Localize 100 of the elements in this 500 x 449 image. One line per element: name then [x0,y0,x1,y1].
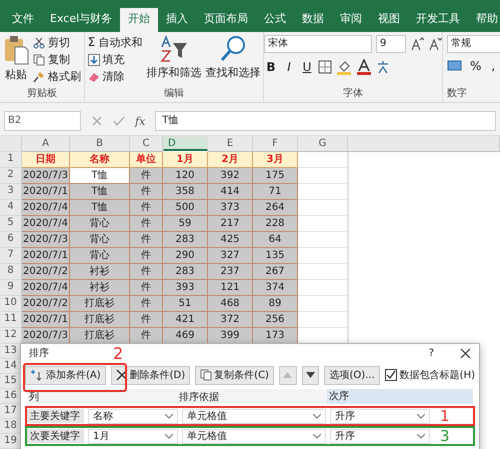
find-select-button[interactable]: 查找和选择 [205,35,260,80]
ribbon-tab[interactable]: 数据 [294,8,332,32]
fill-button[interactable]: 填充 [88,52,142,67]
cut-button[interactable]: 剪切 [33,35,81,50]
font-color-icon[interactable] [356,59,372,75]
ribbon-tab[interactable]: 帮助 [468,8,500,32]
row-header[interactable]: 6 [0,232,22,248]
autosum-button[interactable]: 自动求和 [98,35,142,50]
name-box[interactable]: B2 [4,111,81,131]
table-cell: 217 [208,216,253,232]
column-header[interactable]: D [163,136,208,151]
sort-on-dropdown[interactable]: 单元格值 [182,428,326,444]
row-header[interactable]: 18 [0,419,22,434]
table-cell: 衬衫 [70,280,130,296]
help-button[interactable]: ? [428,348,434,358]
move-down-button[interactable] [302,366,320,384]
sort-on-dropdown[interactable]: 单元格值 [182,408,326,424]
paste-button[interactable]: 粘贴 [3,35,29,82]
font-size-dropdown[interactable]: 9 [376,35,406,53]
table-cell: 59 [163,216,208,232]
ribbon-tab[interactable]: 开始 [120,8,158,32]
row-header[interactable]: 8 [0,264,22,280]
column-dropdown[interactable]: 名称 [88,408,178,424]
column-header[interactable]: G [298,136,348,152]
ribbon-tab[interactable]: 视图 [370,8,408,32]
sigma-icon[interactable]: Σ [88,36,96,49]
ribbon-tab[interactable]: 公式 [256,8,294,32]
sort-level-row[interactable]: 次要关键字 1月 单元格值 升序 3 [27,428,473,444]
table-cell: 2020/7/4 [22,280,70,296]
close-icon[interactable] [460,348,471,358]
row-header[interactable]: 13 [0,344,22,359]
column-header[interactable]: F [253,136,298,152]
sort-filter-button[interactable]: 排序和筛选 [146,35,202,80]
options-button[interactable]: 选项(O)... [324,366,380,384]
table-cell: 358 [163,184,208,200]
column-header[interactable]: C [130,136,163,152]
column-header[interactable]: E [208,136,253,152]
ribbon-tab[interactable]: Excel与财务 [42,8,120,32]
copy-level-button[interactable]: 复制条件(C) [195,366,274,384]
table-cell: 背心 [70,248,130,264]
row-header[interactable]: 19 [0,434,22,449]
table-cell: 打底衫 [70,328,130,344]
delete-level-button[interactable]: 删除条件(D) [110,366,190,384]
row-header[interactable]: 3 [0,184,22,200]
fill-color-icon[interactable] [336,59,352,75]
table-header-cell: 单位 [130,152,163,168]
row-header[interactable]: 7 [0,248,22,264]
checkbox-label[interactable]: 数据包含标题(H) [400,368,475,382]
column-dropdown[interactable]: 1月 [88,428,178,444]
table-header-cell: 名称 [70,152,130,168]
shrink-font-icon[interactable] [428,37,442,51]
row-header[interactable]: 1 [0,152,22,168]
ribbon-tab[interactable]: 文件 [4,8,42,32]
order-dropdown[interactable]: 升序 [330,408,430,424]
table-cell: 51 [163,296,208,312]
row-header[interactable]: 15 [0,374,22,389]
row-header[interactable]: 12 [0,328,22,344]
format-painter-button[interactable]: 格式刷 [33,69,81,84]
bold-button[interactable]: B [264,60,278,74]
comma-button[interactable]: , [488,59,498,73]
copy-button[interactable]: 复制 [33,52,81,67]
italic-button[interactable]: I [282,60,296,74]
percent-button[interactable]: % [467,59,484,73]
clear-button[interactable]: 清除 [88,69,142,84]
insert-function-button[interactable]: fx [135,114,146,128]
scissors-icon [33,36,45,48]
row-header[interactable]: 11 [0,312,22,328]
column-header[interactable]: A [22,136,70,152]
brush-icon [33,70,45,82]
ribbon-tab[interactable]: 审阅 [332,8,370,32]
column-header[interactable]: B [70,136,130,152]
row-header[interactable]: 2 [0,168,22,184]
grow-font-icon[interactable] [410,37,424,51]
number-format-dropdown[interactable]: 常规 [447,35,500,53]
row-header[interactable]: 14 [0,359,22,374]
currency-icon[interactable] [447,59,463,73]
row-header[interactable]: 17 [0,404,22,419]
checkbox[interactable] [384,369,397,381]
underline-button[interactable]: U [300,60,314,74]
font-name-dropdown[interactable]: 宋体 [264,35,372,53]
table-cell: 120 [163,168,208,184]
row-header[interactable]: 10 [0,296,22,312]
row-header[interactable]: 5 [0,216,22,232]
row-header[interactable]: 9 [0,280,22,296]
phonetic-icon[interactable] [376,60,390,74]
table-cell: 2020/7/3 [22,232,70,248]
add-level-button[interactable]: 添加条件(A) [25,366,106,384]
row-header[interactable]: 4 [0,200,22,216]
sort-level-row[interactable]: 主要关键字 名称 单元格值 升序 1 [27,408,473,424]
table-cell: 件 [130,216,163,232]
row-header[interactable]: 16 [0,389,22,404]
table-cell: 421 [163,312,208,328]
ribbon-tab[interactable]: 开发工具 [408,8,468,32]
ribbon-tab[interactable]: 插入 [158,8,196,32]
border-icon[interactable] [318,60,332,74]
table-cell: 2020/7/4 [22,200,70,216]
table-cell: 373 [208,200,253,216]
ribbon-tab[interactable]: 页面布局 [196,8,256,32]
formula-input[interactable]: T恤 [155,111,496,131]
order-dropdown[interactable]: 升序 [330,428,430,444]
